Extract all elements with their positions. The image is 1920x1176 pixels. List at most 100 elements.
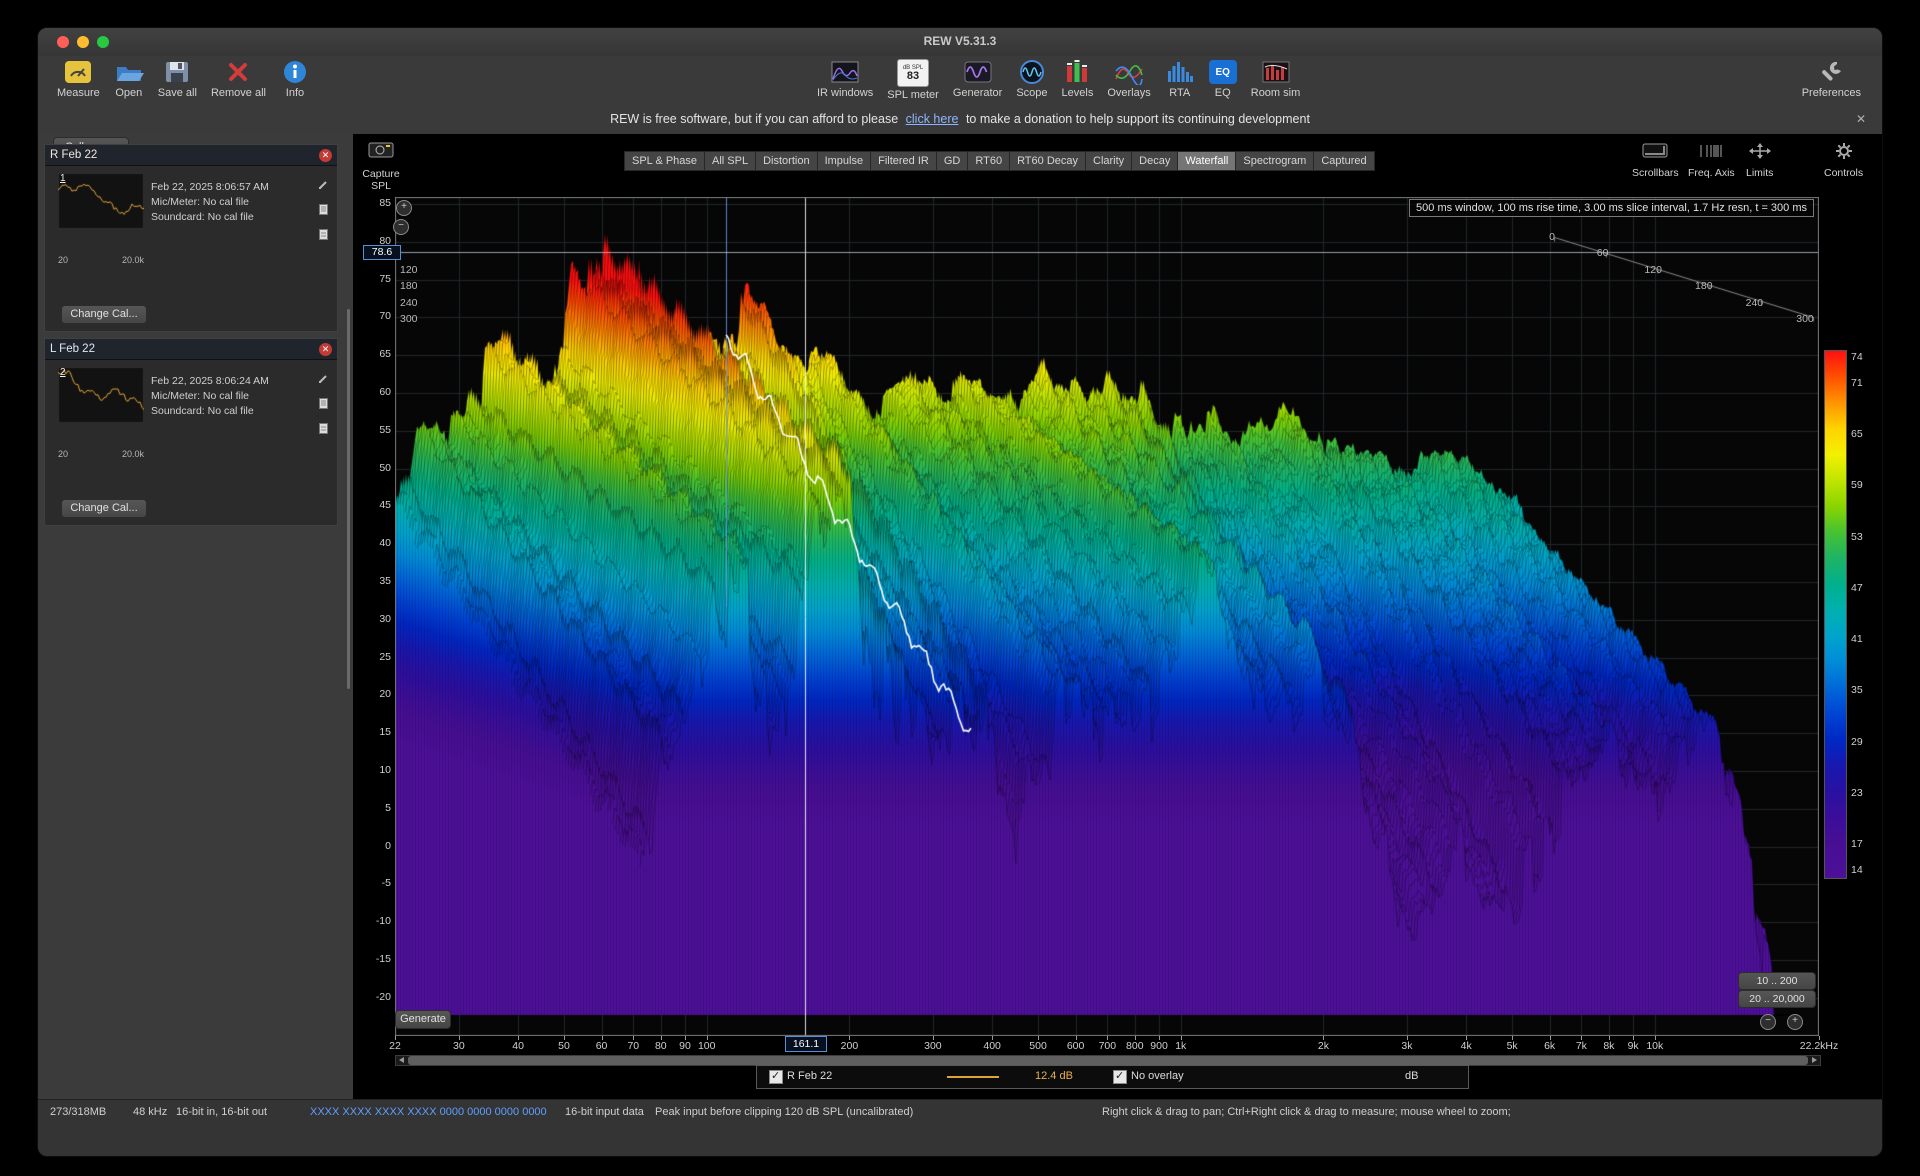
measurement-2-title-row[interactable]: L Feb 22 ✕ [45,339,337,360]
spl-meter-value: 83 [907,71,919,82]
overlays-button[interactable]: Overlays [1107,59,1150,99]
tab-all-spl[interactable]: All SPL [704,151,755,171]
eq-label: EQ [1215,87,1231,99]
panel-scrollbar[interactable] [347,309,350,689]
tab-decay[interactable]: Decay [1131,151,1177,171]
measurement-1-title-row[interactable]: R Feb 22 ✕ [45,145,337,166]
measure-label: Measure [57,87,100,99]
spl-meter-label: SPL meter [887,89,939,101]
tab-clarity[interactable]: Clarity [1085,151,1131,171]
mouse-hint-text: Right click & drag to pan; Ctrl+Right cl… [1102,1106,1511,1118]
eq-icon: EQ [1209,59,1237,85]
gear-icon [1835,143,1853,164]
tab-captured[interactable]: Captured [1313,151,1374,171]
waterfall-info-readout: 500 ms window, 100 ms rise time, 3.00 ms… [1409,199,1814,217]
measurement-card-1[interactable]: R Feb 22 ✕ 1 20 20.0k Feb 22, 2025 8:06:… [44,144,338,332]
capture-label: Capture [362,168,399,180]
tab-distortion[interactable]: Distortion [755,151,816,171]
tab-gd[interactable]: GD [936,151,968,171]
tab-rt60[interactable]: RT60 [967,151,1009,171]
scrollbars-button[interactable]: Scrollbars [1632,143,1679,179]
generate-button[interactable]: Generate [395,1010,451,1029]
limits-icon [1747,143,1773,164]
channel-status[interactable]: XXXX XXXX XXXX XXXX 0000 0000 0000 0000 [310,1106,547,1118]
notes-icon[interactable] [318,396,329,414]
generator-button[interactable]: Generator [953,59,1003,99]
bit-depth-status: 16-bit in, 16-bit out [176,1106,267,1118]
freq-range-button-low[interactable]: 10 .. 200 [1738,972,1816,990]
tab-spectrogram[interactable]: Spectrogram [1235,151,1313,171]
scope-button[interactable]: Scope [1016,59,1047,99]
freq-axis-button[interactable]: Freq. Axis [1688,143,1735,179]
rta-label: RTA [1169,87,1190,99]
change-cal-button-2[interactable]: Change Cal... [61,499,147,518]
tab-rt60-decay[interactable]: RT60 Decay [1009,151,1085,171]
tab-spl-phase[interactable]: SPL & Phase [624,151,704,171]
measurement-2-soundcard: Soundcard: No cal file [151,405,254,417]
rew-window: REW V5.31.3 Measure Open Save all Remove… [37,27,1883,1157]
save-all-button[interactable]: Save all [158,59,197,99]
x-zoom-out-icon[interactable]: − [1760,1014,1776,1030]
overlays-label: Overlays [1107,87,1150,99]
legend-trace-name: R Feb 22 [787,1070,832,1082]
doc-icon[interactable] [318,227,329,245]
eq-button[interactable]: EQ EQ [1209,59,1237,99]
controls-label: Controls [1824,167,1863,179]
ir-windows-button[interactable]: IR windows [817,59,873,99]
scrollbars-icon [1642,143,1668,164]
overlay-checkbox[interactable] [1113,1070,1127,1084]
tab-bar: SPL & PhaseAll SPLDistortionImpulseFilte… [624,151,1375,171]
trace-visible-checkbox[interactable] [769,1070,783,1084]
notes-icon[interactable] [318,202,329,220]
scroll-left-icon[interactable] [399,1057,404,1063]
spl-meter-button[interactable]: dB SPL 83 SPL meter [887,59,939,101]
doc-icon[interactable] [318,421,329,439]
tab-impulse[interactable]: Impulse [817,151,871,171]
change-cal-button-1[interactable]: Change Cal... [61,305,147,324]
open-folder-icon [114,59,144,85]
waterfall-canvas[interactable] [395,197,1819,1036]
capture-button[interactable]: Capture [361,138,401,182]
measure-button[interactable]: Measure [57,59,100,99]
sample-rate-status: 48 kHz [133,1106,167,1118]
preferences-button[interactable]: Preferences [1802,59,1861,99]
banner-close-icon[interactable]: ✕ [1856,112,1866,126]
x-zoom-in-icon[interactable]: + [1787,1014,1803,1030]
scroll-right-icon[interactable] [1812,1057,1817,1063]
rta-button[interactable]: RTA [1165,59,1195,99]
trace-legend: R Feb 22 12.4 dB No overlay dB [756,1065,1469,1089]
remove-measurement-2-icon[interactable]: ✕ [319,343,332,356]
open-button[interactable]: Open [114,59,144,99]
ir-windows-icon [830,59,860,85]
edit-pencil-icon[interactable] [318,371,329,389]
legend-overlay-label: No overlay [1131,1070,1184,1082]
titlebar[interactable]: REW V5.31.3 [38,28,1882,57]
thumb-max-label: 20.0k [122,255,144,265]
zoom-in-icon[interactable]: + [396,200,412,216]
zoom-out-icon[interactable]: − [393,219,409,235]
scrollbar-thumb[interactable] [408,1056,1808,1065]
tab-waterfall[interactable]: Waterfall [1177,151,1235,171]
freq-range-button-full[interactable]: 20 .. 20,000 [1738,990,1816,1008]
save-all-label: Save all [158,87,197,99]
remove-measurement-1-icon[interactable]: ✕ [319,149,332,162]
info-button[interactable]: Info [280,59,310,99]
measurement-card-2[interactable]: L Feb 22 ✕ 2 20 20.0k Feb 22, 2025 8:06:… [44,338,338,526]
levels-button[interactable]: Levels [1062,59,1094,99]
banner-text-prefix: REW is free software, but if you can aff… [610,112,898,126]
edit-pencil-icon[interactable] [318,177,329,195]
limits-button[interactable]: Limits [1746,143,1773,179]
rta-icon [1165,59,1195,85]
measurement-2-thumbnail[interactable]: 2 20 20.0k [58,367,144,423]
levels-label: Levels [1062,87,1094,99]
donation-link[interactable]: click here [906,112,959,126]
room-sim-button[interactable]: Room sim [1251,59,1301,99]
trace-color-swatch [947,1076,999,1078]
window-title: REW V5.31.3 [38,34,1882,48]
limits-label: Limits [1746,167,1773,179]
tab-filtered-ir[interactable]: Filtered IR [870,151,936,171]
measurement-1-thumbnail[interactable]: 1 20 20.0k [58,173,144,229]
controls-button[interactable]: Controls [1824,143,1863,179]
remove-all-button[interactable]: Remove all [211,59,266,99]
freq-axis-icon [1698,143,1724,164]
